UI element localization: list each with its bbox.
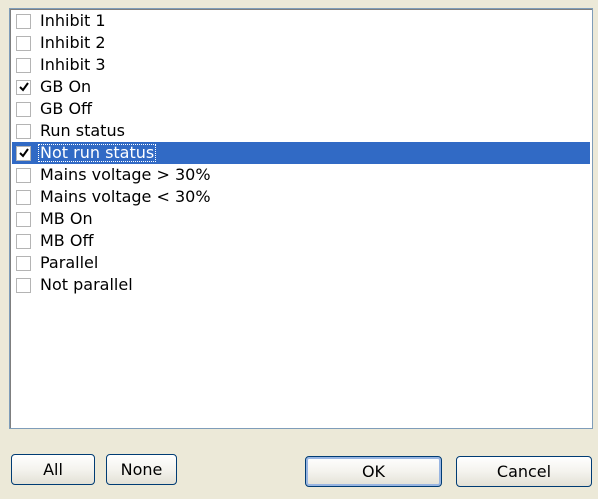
checkbox[interactable] bbox=[16, 123, 31, 139]
checkmark-icon bbox=[18, 82, 29, 92]
list-item-label: Mains voltage > 30% bbox=[40, 165, 211, 184]
signal-select-dialog: Inhibit 1 Inhibit 2 Inhibit 3 GB On GB Off Ru… bbox=[0, 0, 598, 499]
list-item[interactable]: Run status bbox=[12, 120, 590, 142]
checkbox[interactable] bbox=[16, 79, 31, 95]
checkbox[interactable] bbox=[16, 233, 31, 249]
ok-button[interactable]: OK bbox=[305, 456, 442, 487]
list-item-label: Inhibit 2 bbox=[40, 33, 106, 52]
list-item-label: Parallel bbox=[40, 253, 99, 272]
list-item-label: GB On bbox=[40, 77, 92, 96]
list-item[interactable]: GB Off bbox=[12, 98, 590, 120]
list-item-label: MB Off bbox=[40, 231, 94, 250]
checkbox[interactable] bbox=[16, 211, 31, 227]
checkbox[interactable] bbox=[16, 277, 31, 293]
list-item[interactable]: Not parallel bbox=[12, 274, 590, 296]
list-item-label: Not parallel bbox=[40, 275, 133, 294]
checkbox[interactable] bbox=[16, 101, 31, 117]
select-none-button[interactable]: None bbox=[106, 454, 177, 485]
cancel-button[interactable]: Cancel bbox=[456, 456, 592, 487]
checkbox[interactable] bbox=[16, 255, 31, 271]
checkbox[interactable] bbox=[16, 189, 31, 205]
list-item[interactable]: Not run status bbox=[12, 142, 590, 164]
list-item-label: Not run status bbox=[38, 143, 157, 162]
select-all-button[interactable]: All bbox=[11, 454, 95, 485]
list-item[interactable]: Inhibit 1 bbox=[12, 10, 590, 32]
list-item-label: Run status bbox=[40, 121, 125, 140]
list-item-label: MB On bbox=[40, 209, 93, 228]
list-item[interactable]: Mains voltage > 30% bbox=[12, 164, 590, 186]
checkbox[interactable] bbox=[16, 145, 31, 161]
list-item[interactable]: GB On bbox=[12, 76, 590, 98]
checkbox[interactable] bbox=[16, 57, 31, 73]
checkmark-icon bbox=[18, 148, 29, 158]
list-item-label: GB Off bbox=[40, 99, 93, 118]
list-item[interactable]: Mains voltage < 30% bbox=[12, 186, 590, 208]
list-item[interactable]: MB On bbox=[12, 208, 590, 230]
list-item[interactable]: Inhibit 2 bbox=[12, 32, 590, 54]
list-item[interactable]: Parallel bbox=[12, 252, 590, 274]
checkbox[interactable] bbox=[16, 167, 31, 183]
list-item[interactable]: Inhibit 3 bbox=[12, 54, 590, 76]
list-item-label: Inhibit 3 bbox=[40, 55, 106, 74]
list-item-label: Mains voltage < 30% bbox=[40, 187, 211, 206]
list-item[interactable]: MB Off bbox=[12, 230, 590, 252]
checkbox[interactable] bbox=[16, 13, 31, 29]
list-item-label: Inhibit 1 bbox=[40, 11, 106, 30]
checked-list-box[interactable]: Inhibit 1 Inhibit 2 Inhibit 3 GB On GB Off Ru… bbox=[9, 8, 593, 429]
checkbox[interactable] bbox=[16, 35, 31, 51]
